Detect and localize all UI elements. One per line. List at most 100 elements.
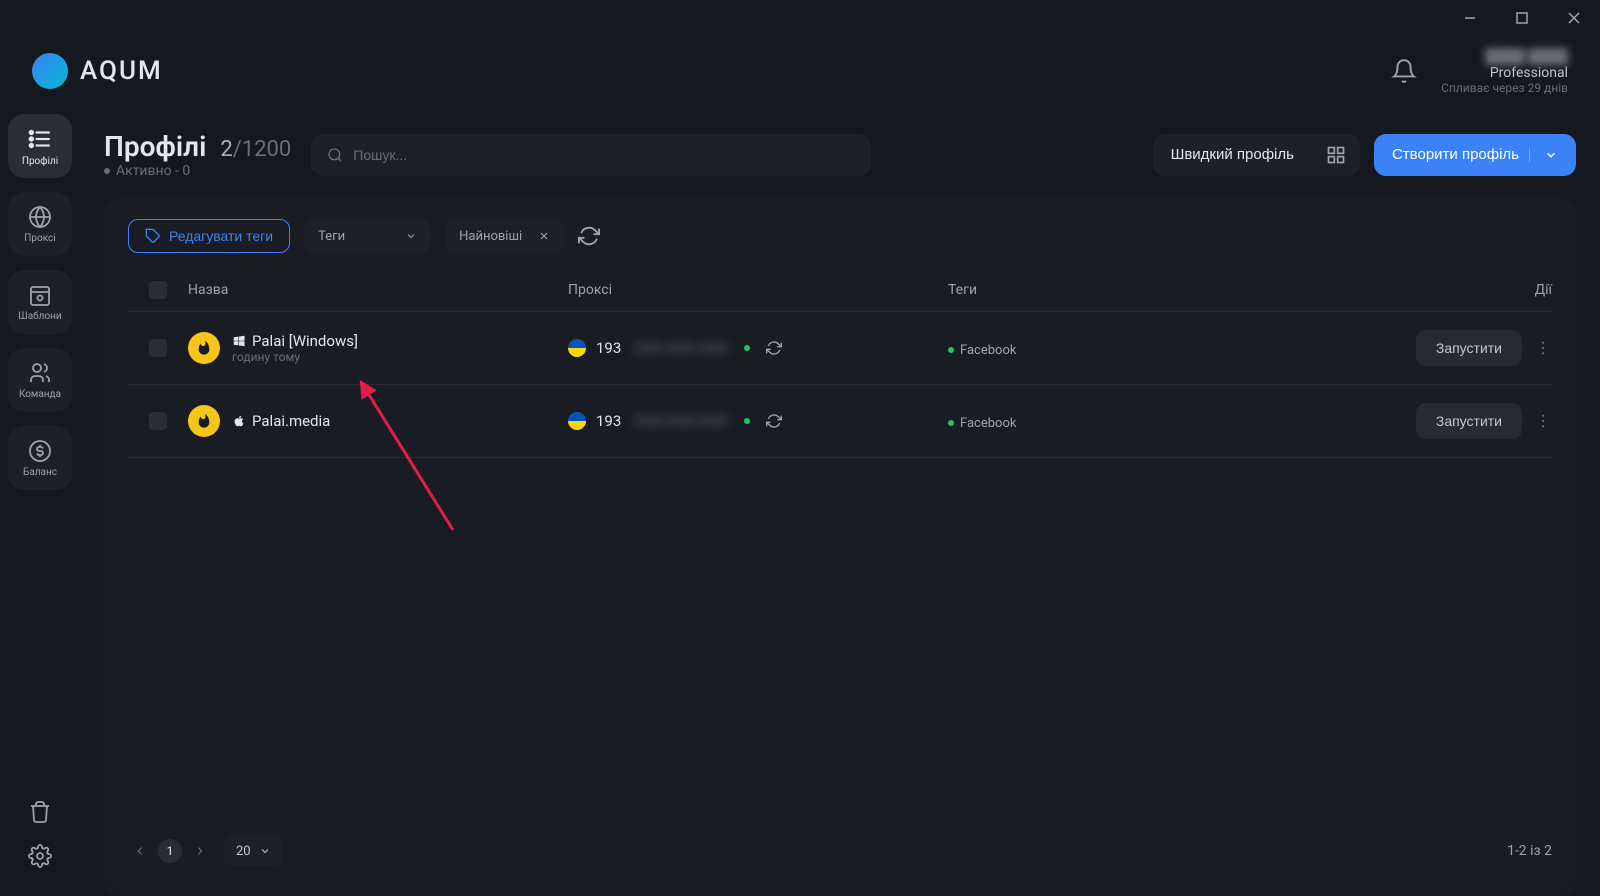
- edit-tags-button[interactable]: Редагувати теги: [128, 219, 290, 253]
- row-checkbox[interactable]: [149, 339, 167, 357]
- nav-label: Команда: [19, 389, 61, 400]
- ip-prefix: 193: [596, 412, 621, 430]
- create-profile-button[interactable]: Створити профіль: [1374, 134, 1576, 176]
- sidebar: Профілі Проксі Шаблони Команда Баланс: [0, 106, 80, 896]
- nav-label: Шаблони: [18, 311, 61, 322]
- minimize-icon[interactable]: [1456, 4, 1484, 32]
- proxy-refresh-icon[interactable]: [766, 413, 782, 429]
- create-label: Створити профіль: [1392, 146, 1519, 163]
- sort-label: Найновіші: [459, 229, 522, 244]
- table-row: Palai [Windows] годину тому 193 .XXX.XXX…: [128, 312, 1552, 385]
- tag-dot-icon: [948, 420, 954, 426]
- tag-chip: Facebook: [948, 416, 1016, 431]
- page-prev-icon[interactable]: [128, 839, 152, 863]
- sort-dropdown[interactable]: Найновіші: [445, 219, 564, 253]
- page-size-select[interactable]: 20: [224, 836, 283, 866]
- chevron-down-icon: [1529, 148, 1558, 162]
- more-icon[interactable]: [1534, 339, 1552, 357]
- column-name: Назва: [188, 282, 568, 298]
- count-current: 2: [220, 137, 232, 162]
- quick-profile-button[interactable]: Швидкий профіль: [1153, 134, 1312, 176]
- sidebar-item-team[interactable]: Команда: [8, 348, 72, 412]
- nav-label: Проксі: [24, 233, 55, 244]
- tag-dot-icon: [948, 347, 954, 353]
- column-proxy: Проксі: [568, 282, 948, 298]
- profile-name-text: Palai [Windows]: [252, 332, 358, 350]
- status-line: Активно - 0: [104, 163, 291, 179]
- search-icon: [327, 147, 343, 163]
- profile-subtitle: годину тому: [232, 350, 358, 364]
- ip-prefix: 193: [596, 339, 621, 357]
- maximize-icon[interactable]: [1508, 4, 1536, 32]
- profile-count: 2/1200: [220, 137, 291, 162]
- search-input[interactable]: [353, 147, 855, 163]
- account-name: ████ ████: [1441, 48, 1568, 65]
- proxy-refresh-icon[interactable]: [766, 340, 782, 356]
- status-text: Активно - 0: [116, 163, 190, 179]
- select-all-checkbox[interactable]: [149, 281, 167, 299]
- launch-button[interactable]: Запустити: [1416, 330, 1522, 366]
- account-info[interactable]: ████ ████ Professional Спливає через 29 …: [1441, 48, 1568, 95]
- ip-hidden: .XXX.XXX.XXX: [631, 412, 728, 430]
- online-dot-icon: [744, 345, 750, 351]
- launch-button[interactable]: Запустити: [1416, 403, 1522, 439]
- chevron-down-icon: [405, 230, 417, 242]
- page-current[interactable]: 1: [158, 839, 182, 863]
- tag-chip: Facebook: [948, 343, 1016, 358]
- apple-icon: [232, 414, 246, 428]
- profile-name-text: Palai.media: [252, 412, 330, 430]
- grid-icon[interactable]: [1312, 145, 1360, 165]
- tags-dropdown-label: Теги: [318, 229, 345, 244]
- logo: AQUM: [32, 53, 163, 89]
- sidebar-item-balance[interactable]: Баланс: [8, 426, 72, 490]
- chevron-down-icon: [259, 845, 271, 857]
- online-dot-icon: [744, 418, 750, 424]
- profile-name[interactable]: Palai.media: [232, 412, 330, 430]
- nav-label: Баланс: [23, 467, 57, 478]
- close-icon[interactable]: [1560, 4, 1588, 32]
- profile-avatar-icon: [188, 332, 220, 364]
- profiles-panel: Редагувати теги Теги Найновіші: [104, 199, 1576, 896]
- logo-text: AQUM: [80, 56, 163, 86]
- flag-icon: [568, 412, 586, 430]
- search-bar[interactable]: [311, 134, 871, 176]
- sidebar-item-proxy[interactable]: Проксі: [8, 192, 72, 256]
- status-dot-icon: [104, 168, 110, 174]
- tag-label: Facebook: [960, 416, 1016, 431]
- table-row: Palai.media 193 .XXX.XXX.XXX: [128, 385, 1552, 458]
- tags-dropdown[interactable]: Теги: [304, 219, 431, 253]
- app-header: AQUM ████ ████ Professional Спливає чере…: [0, 36, 1600, 106]
- windows-icon: [232, 334, 246, 348]
- more-icon[interactable]: [1534, 412, 1552, 430]
- clear-sort-icon[interactable]: [538, 230, 550, 242]
- account-expiry: Спливає через 29 днів: [1441, 81, 1568, 95]
- count-max: /1200: [233, 137, 292, 162]
- main-content: Профілі 2/1200 Активно - 0 Швидкий профі…: [80, 106, 1600, 896]
- profile-name[interactable]: Palai [Windows]: [232, 332, 358, 350]
- column-actions: Дії: [1372, 282, 1552, 298]
- table-footer: 1 20 1-2 із 2: [128, 816, 1552, 876]
- column-tags: Теги: [948, 282, 1372, 298]
- window-titlebar: [0, 0, 1600, 36]
- notifications-icon[interactable]: [1391, 58, 1417, 84]
- settings-icon[interactable]: [28, 844, 52, 868]
- tag-icon: [145, 228, 161, 244]
- page-info: 1-2 із 2: [1507, 843, 1552, 859]
- account-tier: Professional: [1441, 65, 1568, 81]
- trash-icon[interactable]: [28, 800, 52, 824]
- sidebar-item-profiles[interactable]: Профілі: [8, 114, 72, 178]
- flag-icon: [568, 339, 586, 357]
- nav-label: Профілі: [22, 156, 58, 167]
- quick-profile-group: Швидкий профіль: [1153, 134, 1360, 176]
- page-next-icon[interactable]: [188, 839, 212, 863]
- sidebar-item-templates[interactable]: Шаблони: [8, 270, 72, 334]
- tag-label: Facebook: [960, 343, 1016, 358]
- refresh-icon[interactable]: [578, 225, 600, 247]
- page-title: Профілі: [104, 130, 206, 163]
- row-checkbox[interactable]: [149, 412, 167, 430]
- title-block: Профілі 2/1200 Активно - 0: [104, 130, 291, 179]
- logo-icon: [32, 53, 68, 89]
- page-size-value: 20: [236, 844, 251, 859]
- edit-tags-label: Редагувати теги: [169, 228, 273, 244]
- ip-hidden: .XXX.XXX.XXX: [631, 339, 728, 357]
